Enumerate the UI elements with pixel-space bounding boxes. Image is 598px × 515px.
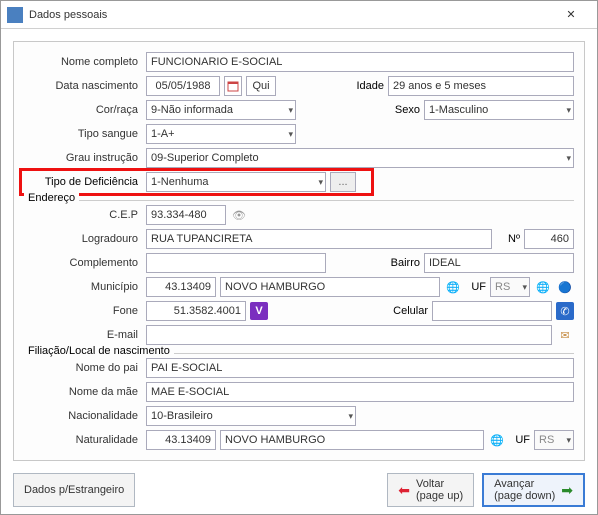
uf-select[interactable]: RS▾: [490, 277, 530, 297]
tipo-sangue-label: Tipo sangue: [24, 128, 142, 140]
close-button[interactable]: ✕: [551, 1, 591, 29]
nome-completo-input[interactable]: [146, 52, 574, 72]
arrow-left-icon: ⬅: [398, 482, 410, 499]
form-panel: Nome completo Data nascimento Idade Cor/…: [13, 41, 585, 461]
email-input[interactable]: [146, 325, 552, 345]
complemento-input[interactable]: [146, 253, 326, 273]
municipio-cod-input[interactable]: [146, 277, 216, 297]
bairro-label: Bairro: [380, 257, 420, 269]
naturalidade-cod-input[interactable]: [146, 430, 216, 450]
voip-icon[interactable]: V: [250, 302, 268, 320]
idade-value: [388, 76, 574, 96]
municipio-nome-input[interactable]: [220, 277, 440, 297]
fone-input[interactable]: [146, 301, 246, 321]
window-title: Dados pessoais: [29, 9, 551, 21]
endereco-legend: Endereço: [24, 192, 79, 204]
deficiencia-select[interactable]: 1-Nenhuma▾: [146, 172, 326, 192]
cep-lookup-icon[interactable]: 👁: [230, 205, 248, 225]
tipo-sangue-select[interactable]: 1-A+▾: [146, 124, 296, 144]
globe-icon[interactable]: 🌐: [444, 277, 462, 297]
corraca-select[interactable]: 9-Não informada▾: [146, 100, 296, 120]
calendar-icon[interactable]: [224, 76, 242, 96]
complemento-label: Complemento: [24, 257, 142, 269]
numero-input[interactable]: [524, 229, 574, 249]
mae-label: Nome da mãe: [24, 386, 142, 398]
cep-input[interactable]: [146, 205, 226, 225]
celular-input[interactable]: [432, 301, 552, 321]
estrangeiro-button[interactable]: Dados p/Estrangeiro: [13, 473, 135, 507]
globe3-icon[interactable]: 🌐: [488, 430, 506, 450]
nat-uf-label: UF: [510, 434, 530, 446]
nome-completo-label: Nome completo: [24, 56, 142, 68]
idade-label: Idade: [344, 80, 384, 92]
logradouro-input[interactable]: [146, 229, 492, 249]
flag-icon[interactable]: 🔵: [556, 277, 574, 297]
fone-label: Fone: [24, 305, 142, 317]
voltar-button[interactable]: ⬅ Voltar (page up): [387, 473, 474, 507]
nacionalidade-select[interactable]: 10-Brasileiro▾: [146, 406, 356, 426]
mae-input[interactable]: [146, 382, 574, 402]
avancar-button[interactable]: Avançar (page down) ➡: [482, 473, 585, 507]
nacionalidade-label: Nacionalidade: [24, 410, 142, 422]
pai-label: Nome do pai: [24, 362, 142, 374]
phone-icon[interactable]: ✆: [556, 302, 574, 320]
data-nasc-label: Data nascimento: [24, 80, 142, 92]
corraca-label: Cor/raça: [24, 104, 142, 116]
email-label: E-mail: [24, 329, 142, 341]
deficiencia-details-button[interactable]: ...: [330, 172, 356, 192]
municipio-label: Município: [24, 281, 142, 293]
pai-input[interactable]: [146, 358, 574, 378]
sexo-label: Sexo: [380, 104, 420, 116]
app-icon: [7, 7, 23, 23]
numero-label: Nº: [496, 233, 520, 245]
cep-label: C.E.P: [24, 209, 142, 221]
grau-label: Grau instrução: [24, 152, 142, 164]
data-nasc-input[interactable]: [146, 76, 220, 96]
celular-label: Celular: [384, 305, 428, 317]
titlebar: Dados pessoais ✕: [1, 1, 597, 29]
globe2-icon[interactable]: 🌐: [534, 277, 552, 297]
sexo-select[interactable]: 1-Masculino▾: [424, 100, 574, 120]
mail-icon[interactable]: ✉: [556, 325, 574, 345]
uf-label: UF: [466, 281, 486, 293]
nat-uf-select[interactable]: RS▾: [534, 430, 574, 450]
naturalidade-nome-input[interactable]: [220, 430, 484, 450]
window-root: Dados pessoais ✕ Nome completo Data nasc…: [0, 0, 598, 515]
data-nasc-day: [246, 76, 276, 96]
bairro-input[interactable]: [424, 253, 574, 273]
arrow-right-icon: ➡: [561, 482, 573, 499]
naturalidade-label: Naturalidade: [24, 434, 142, 446]
logradouro-label: Logradouro: [24, 233, 142, 245]
filiacao-legend: Filiação/Local de nascimento: [24, 345, 174, 357]
grau-select[interactable]: 09-Superior Completo▾: [146, 148, 574, 168]
